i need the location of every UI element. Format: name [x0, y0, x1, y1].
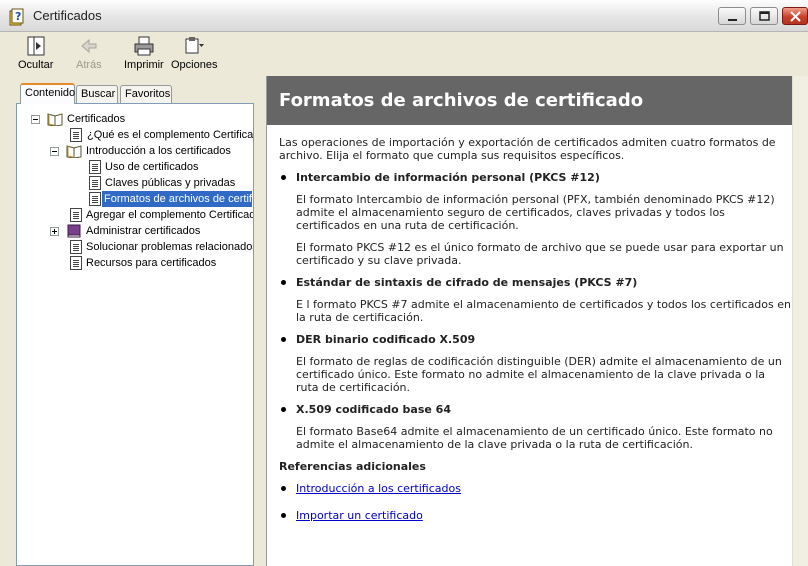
- references-heading: Referencias adicionales: [279, 460, 426, 473]
- intro-paragraph: Las operaciones de importación y exporta…: [279, 136, 776, 162]
- section-heading: X.509 codificado base 64: [279, 403, 791, 416]
- window-title: Certificados: [33, 8, 102, 23]
- tree-item-label: Claves públicas y privadas: [105, 177, 236, 189]
- topic-pane: Formatos de archivos de certificado Las …: [266, 76, 808, 566]
- topic-banner: Formatos de archivos de certificado: [267, 76, 808, 125]
- section-paragraph: El formato Intercambio de información pe…: [296, 193, 775, 232]
- options-icon: [185, 37, 205, 54]
- page-icon: [89, 176, 101, 190]
- topic-body: Las operaciones de importación y exporta…: [279, 136, 791, 536]
- hide-label: Ocultar: [18, 59, 54, 71]
- nav-tabs: Contenido Buscar Favoritos: [20, 83, 260, 104]
- svg-text:?: ?: [15, 10, 21, 23]
- page-icon: [70, 128, 82, 142]
- tree-item-label: Recursos para certificados: [86, 257, 217, 269]
- reference-link[interactable]: Introducción a los certificados: [296, 482, 461, 495]
- tab-favorites-label: Favoritos: [125, 88, 171, 100]
- print-button[interactable]: Imprimir: [124, 35, 164, 71]
- expand-icon[interactable]: [50, 227, 59, 236]
- section-paragraph: El formato Base64 admite el almacenamien…: [296, 425, 773, 451]
- close-button[interactable]: [782, 7, 808, 25]
- tree-item-label: Certificados: [67, 113, 126, 125]
- maximize-icon: [759, 11, 770, 21]
- tree-item-label: Formatos de archivos de certificado: [101, 190, 253, 208]
- page-icon: [70, 208, 82, 222]
- contents-tree: Certificados ¿Qué es el complemento Cert…: [16, 103, 254, 566]
- tab-contents-label: Contenido: [25, 87, 76, 99]
- back-button[interactable]: Atrás: [76, 35, 102, 71]
- tree-item-label: ¿Qué es el complemento Certificados?: [87, 129, 254, 141]
- options-button[interactable]: Opciones: [171, 35, 217, 71]
- maximize-button[interactable]: [750, 7, 778, 25]
- reference-item: Introducción a los certificados: [279, 482, 791, 495]
- tree-item-label: Administrar certificados: [86, 225, 201, 237]
- section-paragraph: E l formato PKCS #7 admite el almacenami…: [296, 298, 791, 324]
- tree-item-label: Solucionar problemas relacionados: [86, 241, 254, 253]
- tree-item-label: Agregar el complemento Certificados: [86, 209, 254, 221]
- page-icon: [70, 240, 82, 254]
- page-icon: [89, 160, 101, 174]
- tab-favorites[interactable]: Favoritos: [120, 85, 172, 103]
- open-book-icon: [47, 113, 63, 126]
- tab-contents[interactable]: Contenido: [20, 83, 75, 104]
- minimize-button[interactable]: [718, 7, 746, 25]
- open-book-icon: [66, 145, 82, 158]
- tree-item-label: Uso de certificados: [105, 161, 199, 173]
- section-paragraph: El formato PKCS #12 es el único formato …: [296, 241, 784, 267]
- page-icon: [70, 256, 82, 270]
- topic-title: Formatos de archivos de certificado: [279, 90, 644, 111]
- page-icon: [89, 192, 101, 206]
- vertical-scrollbar[interactable]: [792, 76, 808, 566]
- close-icon: [790, 11, 801, 22]
- hide-pane-icon: [27, 36, 45, 56]
- section-heading: Estándar de sintaxis de cifrado de mensa…: [279, 276, 791, 289]
- closed-book-icon: [67, 224, 81, 238]
- tab-search[interactable]: Buscar: [76, 85, 118, 103]
- back-arrow-icon: [81, 38, 97, 54]
- print-label: Imprimir: [124, 59, 164, 71]
- hide-button[interactable]: Ocultar: [18, 35, 53, 71]
- help-book-icon: ?: [9, 8, 24, 26]
- section-heading: Intercambio de información personal (PKC…: [279, 171, 791, 184]
- minimize-icon: [728, 19, 737, 21]
- reference-link[interactable]: Importar un certificado: [296, 509, 423, 522]
- printer-icon: [134, 36, 154, 56]
- back-label: Atrás: [76, 59, 102, 71]
- reference-item: Importar un certificado: [279, 509, 791, 522]
- section-paragraph: El formato de reglas de codificación dis…: [296, 355, 782, 394]
- tree-item-label: Introducción a los certificados: [86, 145, 231, 157]
- collapse-icon[interactable]: [31, 115, 40, 124]
- tab-search-label: Buscar: [81, 88, 116, 100]
- collapse-icon[interactable]: [50, 147, 59, 156]
- section-heading: DER binario codificado X.509: [279, 333, 791, 346]
- options-label: Opciones: [171, 59, 218, 71]
- navigation-pane: Contenido Buscar Favoritos Certificados …: [12, 76, 260, 566]
- title-bar: ? Certificados: [0, 0, 808, 32]
- toolbar: Ocultar Atrás Imprimir Opciones: [0, 32, 808, 76]
